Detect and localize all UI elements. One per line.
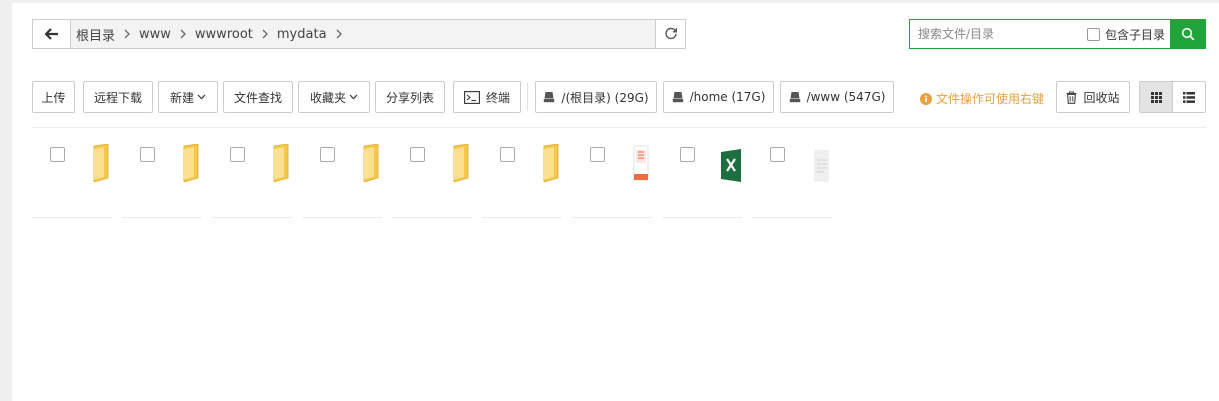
refresh-button[interactable] — [655, 20, 685, 48]
file-select-checkbox[interactable] — [590, 147, 605, 162]
terminal-button[interactable]: 终端 — [453, 81, 521, 113]
include-subdirs-toggle[interactable]: 包含子目录 — [1086, 26, 1170, 43]
arrow-left-icon — [44, 28, 58, 40]
file-select-checkbox[interactable] — [230, 147, 245, 162]
text-file-icon — [814, 150, 829, 182]
folder-icon — [543, 144, 559, 182]
file-manager-panel: 根目录 www wwwroot mydata 搜索文件/目录 包含子目录 上传 … — [12, 3, 1219, 401]
file-item[interactable] — [482, 140, 562, 218]
folder-icon — [453, 144, 469, 182]
breadcrumb-item-wwwroot[interactable]: wwwroot — [195, 27, 277, 42]
terminal-label: 终端 — [485, 90, 510, 105]
file-select-checkbox[interactable] — [500, 147, 515, 162]
file-search-button[interactable]: 文件查找 — [223, 81, 293, 113]
file-item[interactable] — [212, 140, 292, 218]
disk-button-root[interactable]: /(根目录) (29G) — [535, 81, 657, 113]
chevron-right-icon — [124, 29, 130, 39]
folder-icon — [363, 144, 379, 182]
search-box: 包含子目录 — [909, 19, 1170, 49]
excel-file-icon — [721, 149, 741, 182]
recycle-bin-label: 回收站 — [1083, 90, 1120, 105]
search-icon — [1181, 27, 1195, 41]
chevron-right-icon — [336, 29, 342, 39]
grid-view-button[interactable] — [1140, 82, 1173, 112]
trash-icon — [1066, 90, 1077, 104]
folder-icon — [273, 144, 289, 182]
breadcrumb-label: www — [139, 26, 171, 42]
share-list-button[interactable]: 分享列表 — [375, 81, 445, 113]
grid-icon — [1150, 91, 1162, 103]
new-label: 新建 — [169, 90, 194, 105]
breadcrumb-item-mydata[interactable]: mydata — [277, 27, 351, 42]
list-view-button[interactable] — [1173, 82, 1205, 112]
hard-drive-icon — [672, 91, 684, 103]
recycle-bin-button[interactable]: 回收站 — [1056, 81, 1130, 113]
terminal-icon — [464, 90, 480, 104]
chevron-down-icon — [197, 94, 206, 100]
upload-button[interactable]: 上传 — [32, 81, 75, 113]
view-toggle — [1139, 81, 1206, 113]
disk-label: /home (17G) — [689, 90, 766, 104]
toolbar-divider-line — [32, 127, 1206, 128]
file-select-checkbox[interactable] — [50, 147, 65, 162]
remote-download-label: 远程下载 — [93, 90, 142, 105]
file-item[interactable] — [122, 140, 202, 218]
file-item[interactable] — [392, 140, 472, 218]
tip-text: 文件操作可使用右键 — [936, 92, 1045, 106]
back-button[interactable] — [33, 20, 71, 48]
breadcrumb-item-www[interactable]: www — [139, 27, 195, 42]
disk-button-www[interactable]: /www (547G) — [780, 81, 894, 113]
path-bar: 根目录 www wwwroot mydata — [32, 19, 686, 49]
hard-drive-icon — [789, 91, 801, 103]
include-subdirs-label: 包含子目录 — [1104, 27, 1165, 42]
right-click-tip: 文件操作可使用右键 — [920, 90, 1044, 107]
breadcrumb: 根目录 www wwwroot mydata — [71, 20, 655, 48]
share-list-label: 分享列表 — [385, 90, 434, 105]
file-select-checkbox[interactable] — [410, 147, 425, 162]
file-item[interactable] — [302, 140, 382, 218]
chevron-down-icon — [349, 94, 358, 100]
search-bar: 包含子目录 — [909, 19, 1206, 49]
archive-file-icon — [633, 145, 649, 181]
favorites-button[interactable]: 收藏夹 — [298, 81, 370, 113]
file-search-label: 文件查找 — [233, 90, 282, 105]
new-button[interactable]: 新建 — [158, 81, 218, 113]
upload-label: 上传 — [41, 90, 66, 105]
file-item[interactable] — [752, 140, 832, 218]
info-icon — [920, 92, 932, 105]
file-select-checkbox[interactable] — [140, 147, 155, 162]
file-item[interactable] — [32, 140, 112, 218]
disk-button-home[interactable]: /home (17G) — [663, 81, 774, 113]
search-button[interactable] — [1170, 19, 1206, 49]
list-icon — [1183, 91, 1195, 103]
remote-download-button[interactable]: 远程下载 — [83, 81, 153, 113]
folder-icon — [183, 144, 199, 182]
search-input[interactable] — [910, 21, 1087, 47]
file-select-checkbox[interactable] — [770, 147, 785, 162]
breadcrumb-label: wwwroot — [194, 26, 253, 42]
file-select-checkbox[interactable] — [320, 147, 335, 162]
include-subdirs-checkbox[interactable] — [1086, 27, 1100, 41]
breadcrumb-item-root[interactable]: 根目录 — [76, 25, 139, 44]
file-select-checkbox[interactable] — [680, 147, 695, 162]
disk-label: /(根目录) (29G) — [561, 90, 649, 105]
file-item[interactable] — [662, 140, 742, 218]
chevron-right-icon — [180, 29, 186, 39]
refresh-icon — [664, 27, 677, 40]
chevron-right-icon — [262, 29, 268, 39]
breadcrumb-label: 根目录 — [76, 28, 116, 44]
folder-icon — [93, 144, 109, 182]
breadcrumb-label: mydata — [276, 26, 327, 42]
favorites-label: 收藏夹 — [309, 90, 346, 105]
toolbar-divider — [527, 83, 528, 111]
file-item[interactable] — [572, 140, 652, 218]
hard-drive-icon — [543, 91, 555, 103]
disk-label: /www (547G) — [806, 90, 886, 104]
